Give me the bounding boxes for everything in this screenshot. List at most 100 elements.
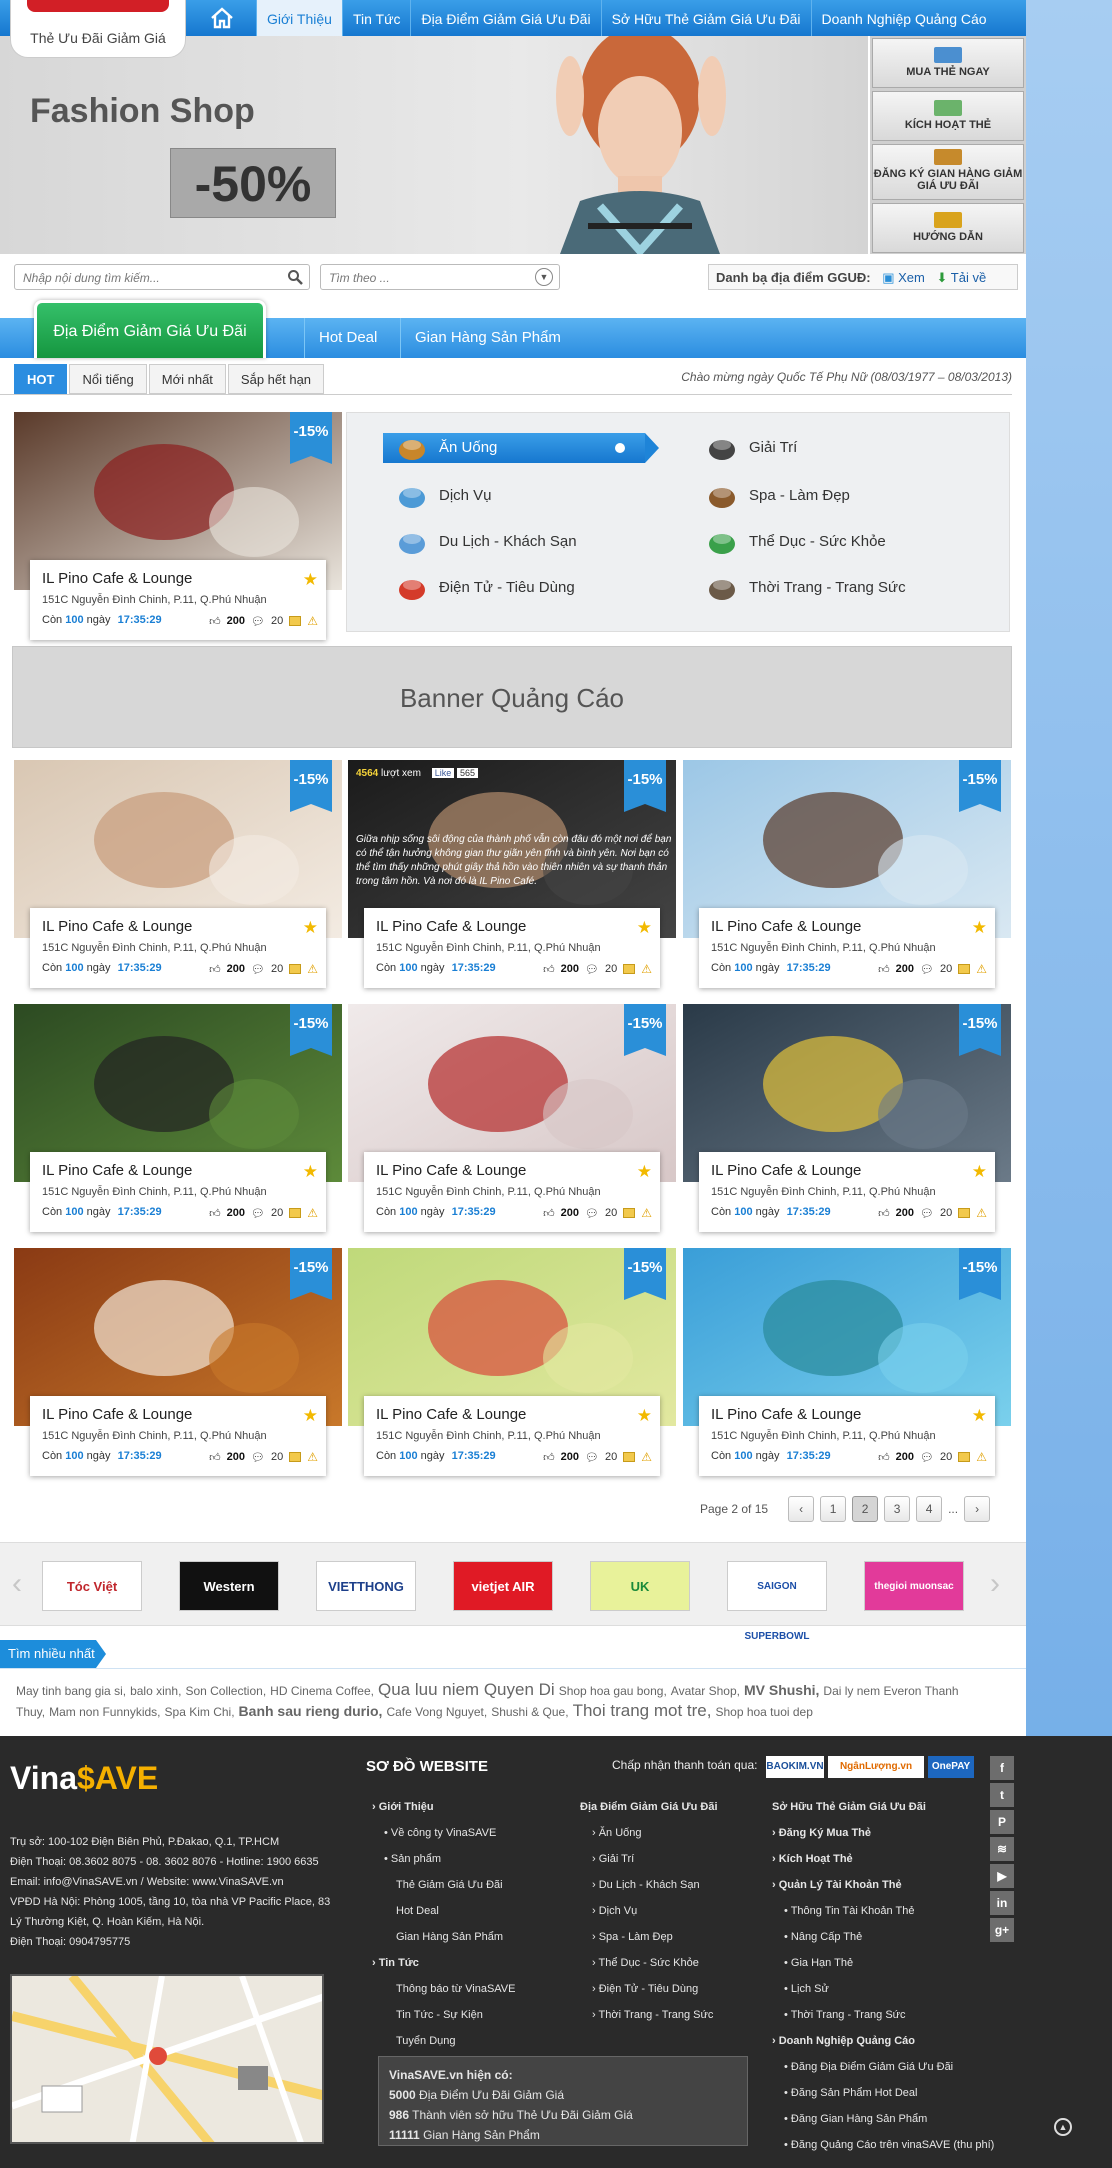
side-button[interactable]: HƯỚNG DẪN [872,203,1024,253]
like-icon[interactable]: 👍︎ [209,1207,221,1220]
like-icon[interactable]: 👍︎ [543,1207,555,1220]
like-icon[interactable]: 👍︎ [209,1451,221,1464]
sitemap-link[interactable]: • Thời Trang - Trang Sức [772,2002,994,2028]
warning-icon[interactable]: ⚠ [976,962,987,976]
search-filter-select[interactable]: Tìm theo ... ▼ [320,264,560,290]
deal-card[interactable]: -15% IL Pino Cafe & Lounge ★ 151C Nguyễn Đì… [14,1248,342,1480]
prev-page-icon[interactable]: ‹ [788,1496,815,1522]
partner-logo[interactable]: vietjet AIR [453,1561,553,1611]
carousel-next-icon[interactable]: › [990,1567,1000,1601]
warning-icon[interactable]: ⚠ [641,1450,652,1464]
sitemap-link[interactable]: › Doanh Nghiệp Quảng Cáo [772,2028,994,2054]
partner-logo[interactable]: VIETTHONG [316,1561,416,1611]
sitemap-link[interactable]: • Về công ty VinaSAVE [372,1820,515,1846]
sitemap-link[interactable]: › Dịch Vụ [580,1898,718,1924]
category-item[interactable]: Du Lịch - Khách Sạn [383,527,577,557]
sitemap-link[interactable]: • Nâng Cấp Thẻ [772,1924,994,1950]
favorite-star-icon[interactable]: ★ [637,918,652,938]
comment-icon[interactable]: 💬︎ [585,963,599,976]
warning-icon[interactable]: ⚠ [307,1206,318,1220]
rss-icon[interactable]: ≋ [990,1837,1014,1861]
nav-item[interactable]: Địa Điểm Giảm Giá Ưu Đãi [410,0,600,36]
sitemap-link[interactable]: Sở Hữu Thẻ Giảm Giá Ưu Đãi [772,1794,994,1820]
mail-icon[interactable] [289,616,302,626]
partner-logo[interactable]: Tóc Việt [42,1561,142,1611]
facebook-like-button[interactable]: Like [431,768,455,778]
tab-hot-deal[interactable]: Hot Deal [304,318,391,358]
deal-card[interactable]: -15% IL Pino Cafe & Lounge ★ 151C Nguyễn Đì… [683,1248,1011,1480]
warning-icon[interactable]: ⚠ [641,1206,652,1220]
sitemap-link[interactable]: › Giới Thiệu [372,1794,515,1820]
like-icon[interactable]: 👍︎ [878,1207,890,1220]
footer-map[interactable] [10,1974,324,2144]
search-icon[interactable] [287,269,303,285]
sitemap-link[interactable]: • Đăng Quảng Cáo trên vinaSAVE (thu phí) [772,2132,994,2158]
comment-icon[interactable]: 💬︎ [585,1207,599,1220]
sitemap-link[interactable]: Tin Tức - Sự Kiện [372,2002,515,2028]
popular-term[interactable]: HD Cinema Coffee, [270,1684,374,1698]
sitemap-link[interactable]: › Giải Trí [580,1846,718,1872]
comment-icon[interactable]: 💬︎ [920,963,934,976]
favorite-star-icon[interactable]: ★ [637,1162,652,1182]
warning-icon[interactable]: ⚠ [976,1206,987,1220]
popular-term[interactable]: Thoi trang mot tre, [573,1701,712,1720]
hero-banner[interactable]: Fashion Shop -50% [0,36,868,254]
popular-term[interactable]: Qua luu niem Quyen Di [378,1680,555,1699]
sitemap-link[interactable]: Gian Hàng Sản Phẩm [372,1924,515,1950]
sitemap-link[interactable]: › Ăn Uống [580,1820,718,1846]
comment-icon[interactable]: 💬︎ [920,1207,934,1220]
favorite-star-icon[interactable]: ★ [972,1406,987,1426]
popular-term[interactable]: May tinh bang gia si, [16,1684,126,1698]
like-icon[interactable]: 👍︎ [878,963,890,976]
mail-icon[interactable] [958,1452,971,1462]
twitter-icon[interactable]: t [990,1783,1014,1807]
like-icon[interactable]: 👍︎ [543,1451,555,1464]
page-number[interactable]: 2 [852,1496,879,1522]
sitemap-link[interactable]: › Đăng Ký Mua Thẻ [772,1820,994,1846]
deal-card[interactable]: -15% IL Pino Cafe & Lounge ★ 151C Nguyễn Đì… [14,412,342,644]
home-icon[interactable] [200,0,244,36]
popular-term[interactable]: Banh sau rieng durio, [239,1703,383,1719]
facebook-icon[interactable]: f [990,1756,1014,1780]
mail-icon[interactable] [958,964,971,974]
category-item[interactable]: Giải Trí [693,433,797,463]
category-item[interactable]: Điện Tử - Tiêu Dùng [383,573,575,603]
sitemap-link[interactable]: › Thời Trang - Trang Sức [580,2002,718,2028]
warning-icon[interactable]: ⚠ [307,1450,318,1464]
sort-tab[interactable]: HOT [14,364,68,394]
popular-term[interactable]: Cafe Vong Nguyet, [386,1705,487,1719]
popular-term[interactable]: Son Collection, [185,1684,266,1698]
category-item[interactable]: Dịch Vụ [383,481,492,511]
comment-icon[interactable]: 💬︎ [920,1451,934,1464]
favorite-star-icon[interactable]: ★ [637,1406,652,1426]
warning-icon[interactable]: ⚠ [976,1450,987,1464]
mail-icon[interactable] [623,1208,636,1218]
site-logo[interactable]: Thẻ Ưu Đãi Giảm Giá [10,0,186,58]
popular-term[interactable]: balo xinh, [130,1684,181,1698]
sort-tab[interactable]: Nổi tiếng [69,364,147,394]
popular-term[interactable]: Shop hoa tuoi dep [715,1705,812,1719]
sitemap-link[interactable]: • Thông Tin Tài Khoản Thẻ [772,1898,994,1924]
nav-item[interactable]: Giới Thiệu [256,0,342,36]
deal-card[interactable]: -15% IL Pino Cafe & Lounge ★ 151C Nguyễn Đì… [14,760,342,992]
next-page-icon[interactable]: › [964,1496,991,1522]
sort-tab[interactable]: Mới nhất [148,364,226,394]
side-button[interactable]: MUA THẺ NGAY [872,38,1024,88]
sitemap-link[interactable]: • Gia Hạn Thẻ [772,1950,994,1976]
payment-logo-onepay[interactable]: OnePAY [928,1756,974,1778]
sitemap-link[interactable]: Thông báo từ VinaSAVE [372,1976,515,2002]
nav-item[interactable]: Tin Tức [341,0,411,36]
popular-term[interactable]: Avatar Shop, [671,1684,740,1698]
comment-icon[interactable]: 💬︎ [251,1207,265,1220]
nav-item[interactable]: Sở Hữu Thẻ Giảm Giá Ưu Đãi [600,0,811,36]
sitemap-link[interactable]: • Lịch Sử [772,1976,994,2002]
pinterest-icon[interactable]: P [990,1810,1014,1834]
tab-product-stores[interactable]: Gian Hàng Sản Phẩm [400,318,575,358]
payment-logo-baokim[interactable]: BAOKIM.VN [766,1756,824,1778]
category-item[interactable]: Spa - Làm Đẹp [693,481,850,511]
popular-term[interactable]: Shop hoa gau bong, [559,1684,667,1698]
popular-term[interactable]: Mam non Funnykids, [49,1705,160,1719]
sitemap-link[interactable]: › Thể Dục - Sức Khỏe [580,1950,718,1976]
page-number[interactable]: 4 [916,1496,943,1522]
like-icon[interactable]: 👍︎ [878,1451,890,1464]
